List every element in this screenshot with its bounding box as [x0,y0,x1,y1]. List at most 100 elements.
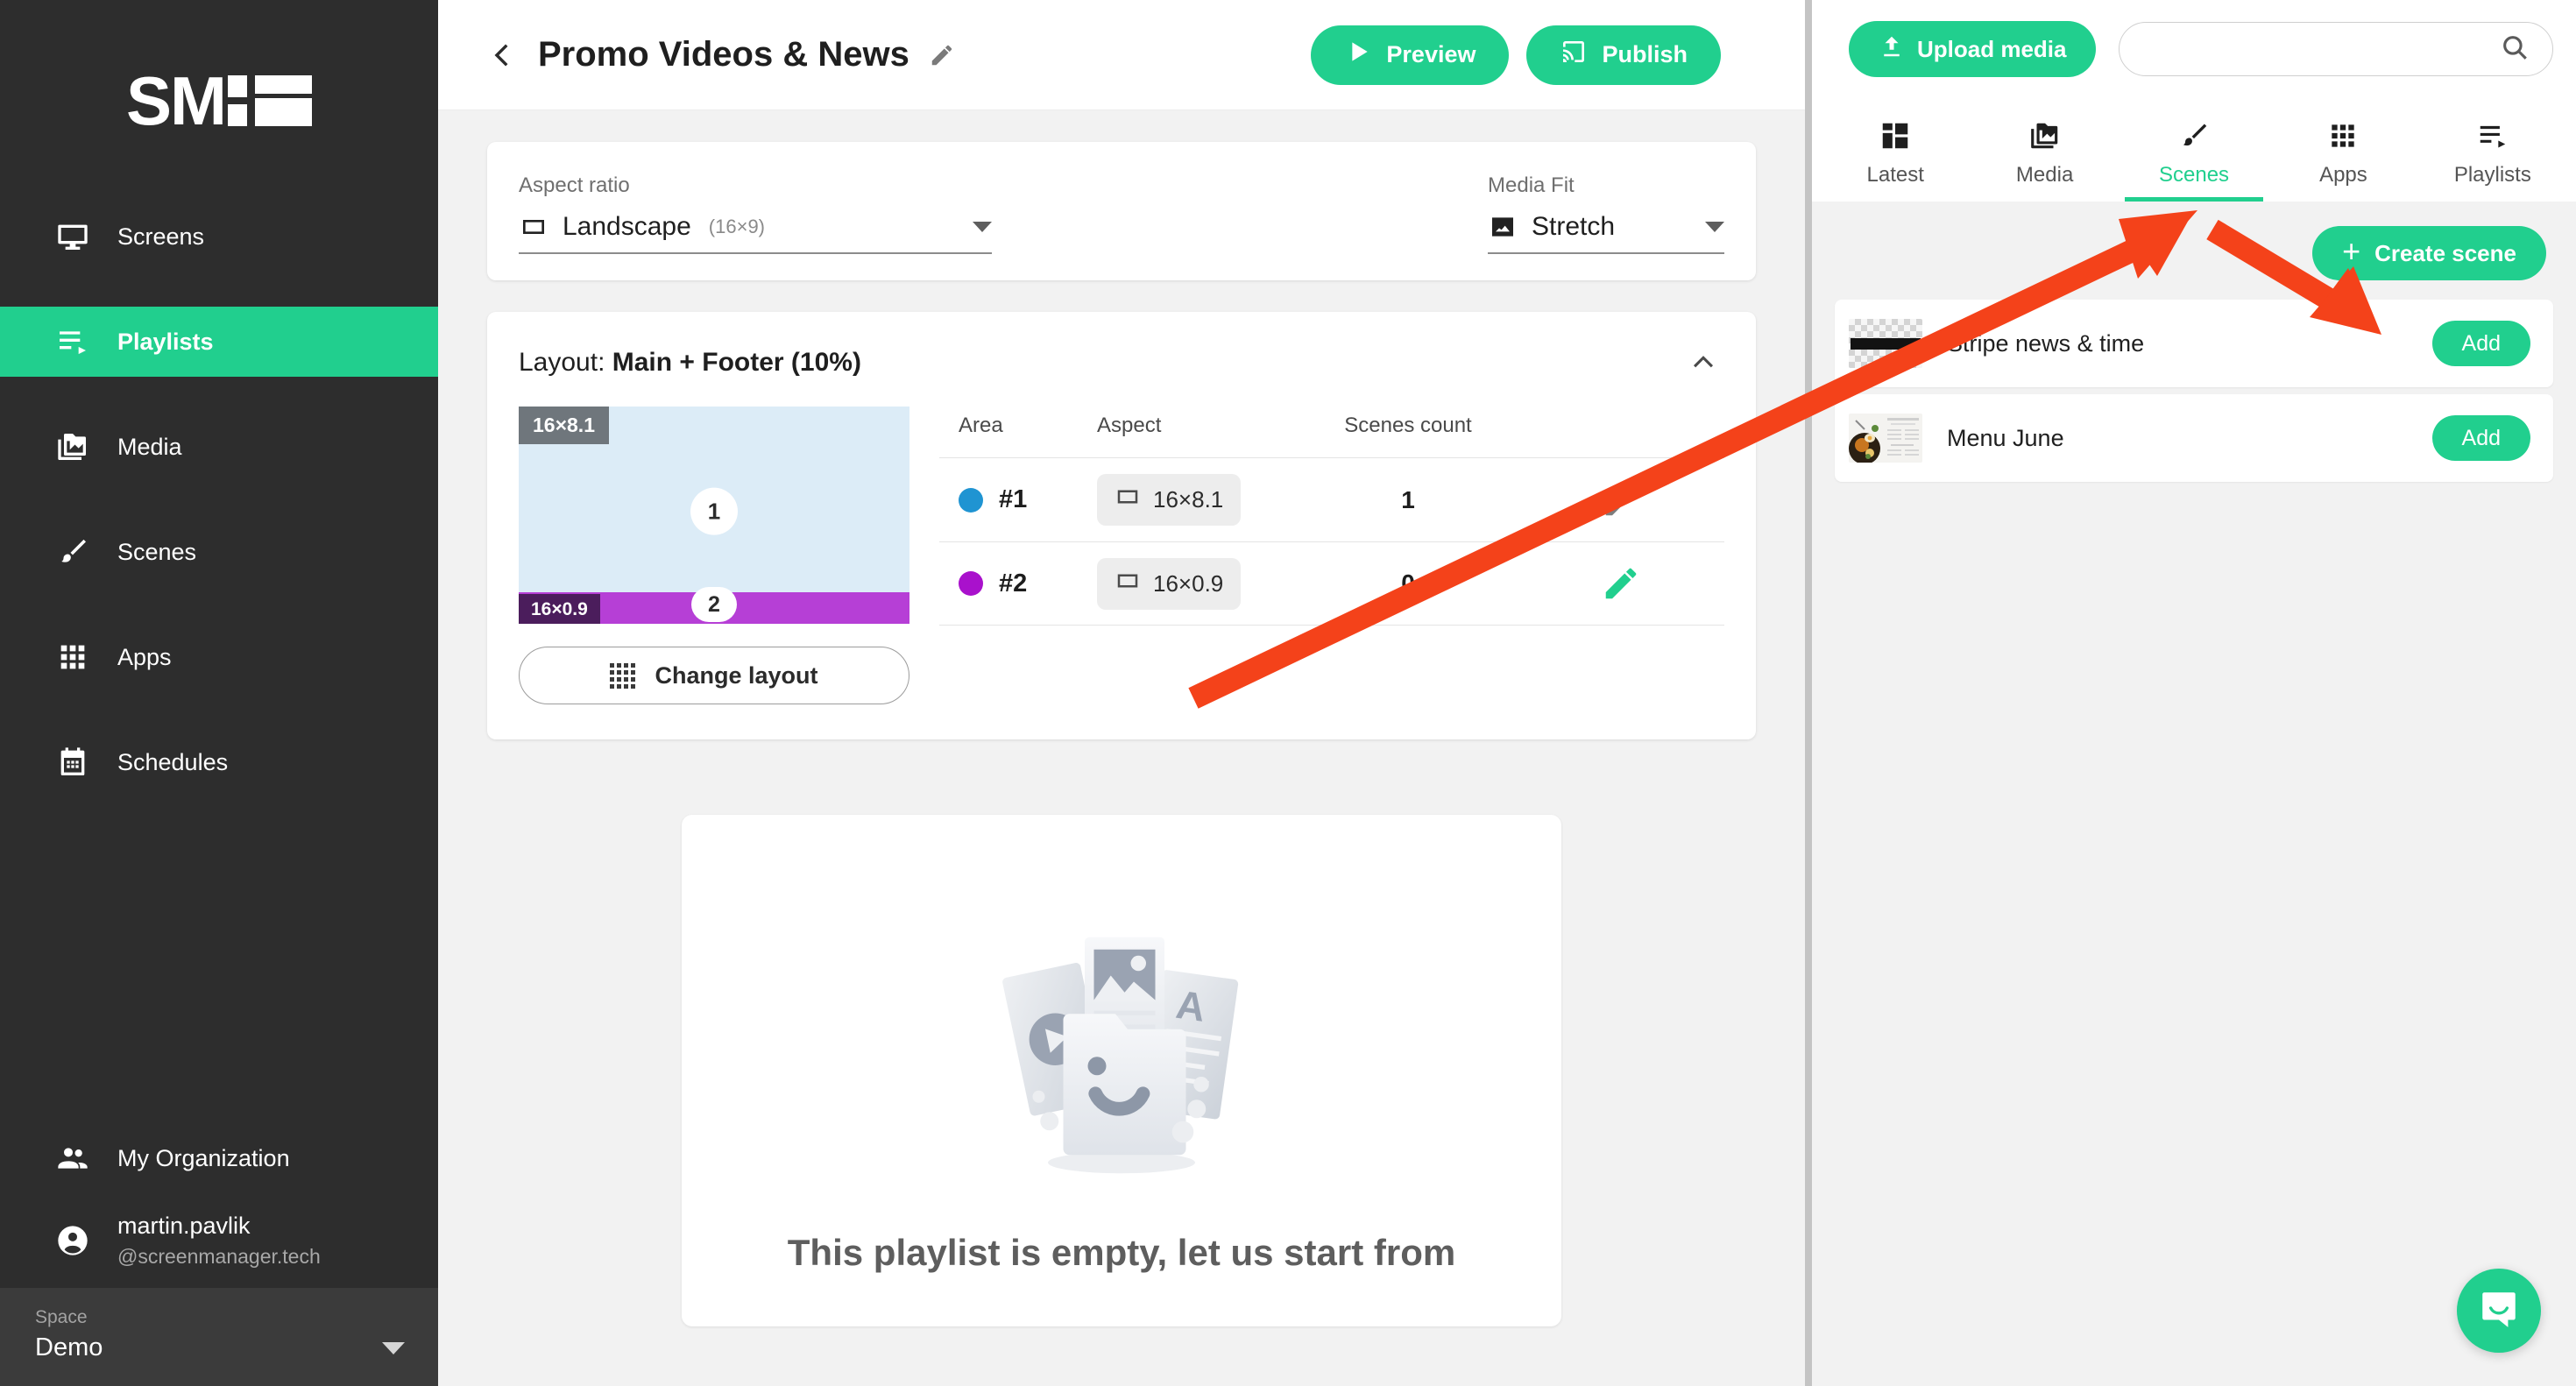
sidebar: SM Screens Playlists Media Scenes Apps S… [0,0,438,1386]
tab-playlists[interactable]: Playlists [2418,107,2567,202]
logo-mark-icon [228,75,312,126]
aspect-chip: 16×8.1 [1097,474,1242,526]
layout-card: Layout: Main + Footer (10%) 16×8.1 1 16×… [487,312,1756,739]
layout-title: Layout: Main + Footer (10%) [519,348,861,378]
chevron-down-icon [973,222,992,232]
empty-state-card: A This playlist is empty, let us start f… [682,815,1561,1326]
layout-preview-area-1: 1 [690,487,738,535]
sidebar-item-playlists[interactable]: Playlists [0,307,438,377]
sidebar-item-scenes[interactable]: Scenes [0,517,438,587]
tab-label: Scenes [2158,163,2230,187]
add-scene-button[interactable]: Add [2431,415,2530,461]
preview-button[interactable]: Preview [1311,25,1510,85]
empty-folder-illustration-icon: A [938,878,1306,1202]
change-layout-button[interactable]: Change layout [519,647,909,704]
scenes-count-value: 0 [1401,569,1415,597]
aspect-ratio-label: Aspect ratio [519,173,630,197]
user-account[interactable]: martin.pavlik @screenmanager.tech [0,1193,438,1288]
avatar [54,1222,91,1259]
search-box[interactable] [2119,22,2553,76]
user-name: martin.pavlik [117,1213,251,1239]
empty-state-message: This playlist is empty, let us start fro… [787,1232,1456,1273]
edit-area-1-icon[interactable] [1601,480,1641,520]
layout-title-value: Main + Footer (10%) [612,348,861,377]
aspect-ratio-select[interactable]: Landscape (16×9) [519,212,992,254]
tab-scenes[interactable]: Scenes [2120,107,2268,202]
publish-label: Publish [1602,41,1688,67]
chat-support-button[interactable] [2457,1269,2541,1353]
playlist-settings-card: Aspect ratio Landscape (16×9) Media Fit [487,142,1756,280]
layout-card-header: Layout: Main + Footer (10%) [519,342,1724,384]
scene-thumbnail [1849,319,1922,368]
media-fit-field: Media Fit Stretch [1488,173,1724,254]
play-icon [1344,38,1372,72]
tab-media[interactable]: Media [1970,107,2119,202]
table-row[interactable]: #1 16×8.1 1 [939,457,1724,541]
sidebar-item-screens[interactable]: Screens [0,202,438,272]
tab-label: Playlists [2453,163,2531,187]
scene-thumbnail [1849,414,1922,463]
dashboard-icon [1879,117,1912,154]
edit-title-icon[interactable] [929,42,955,68]
column-header-aspect: Aspect [1097,414,1162,437]
layout-preview[interactable]: 16×8.1 1 16×0.9 2 [519,407,909,624]
upload-media-label: Upload media [1917,35,2067,62]
media-folder-icon [2028,117,2062,154]
aspect-value: 16×0.9 [1153,569,1224,597]
column-header-area: Area [959,414,1003,437]
media-folder-icon [54,428,91,465]
edit-cell [1518,563,1724,604]
aspect-cell: 16×0.9 [1097,557,1299,610]
add-scene-button[interactable]: Add [2431,321,2530,366]
library-list-area: + Create scene Stripe news & time Add Me… [1812,202,2576,1386]
brush-icon [54,534,91,570]
layout-preview-column: 16×8.1 1 16×0.9 2 Change layout [519,407,909,704]
create-scene-button[interactable]: + Create scene [2312,226,2546,280]
aspect-ratio-value: Landscape [563,212,691,241]
search-icon[interactable] [2500,32,2530,67]
chat-bubble-icon [2477,1287,2521,1335]
search-input[interactable] [2146,35,2500,63]
page-title: Promo Videos & News [538,35,909,74]
table-row[interactable]: #2 16×0.9 0 [939,541,1724,626]
tab-label: Apps [2319,163,2367,187]
content-header: Promo Videos & News Preview Publish [438,0,1805,110]
app-logo[interactable]: SM [0,0,438,202]
space-selector[interactable]: Space Demo [0,1288,438,1386]
sidebar-item-apps[interactable]: Apps [0,622,438,692]
back-button[interactable] [478,31,527,80]
playlist-icon [2476,117,2509,154]
edit-area-2-icon[interactable] [1601,563,1641,604]
list-item[interactable]: Menu June Add [1835,394,2553,482]
layout-preview-area-2: 2 [691,587,737,622]
collapse-layout-button[interactable] [1682,342,1724,384]
sidebar-item-label: Playlists [117,328,214,355]
area-name: #2 [999,569,1028,598]
sidebar-item-my-organization[interactable]: My Organization [0,1123,438,1193]
user-handle: @screenmanager.tech [117,1245,321,1268]
chevron-down-icon [1705,222,1724,232]
aspect-ratio-field: Aspect ratio Landscape (16×9) [519,173,992,254]
sidebar-item-label: Schedules [117,748,229,775]
library-panel: Upload media Latest Media Scenes Apps Pl… [1812,0,2576,1386]
space-value: Demo [35,1333,103,1361]
tab-apps[interactable]: Apps [2268,107,2417,202]
upload-media-button[interactable]: Upload media [1849,21,2097,77]
playlist-icon [54,323,91,360]
create-scene-row: + Create scene [1835,202,2553,300]
stretch-image-icon [1488,212,1518,242]
sidebar-item-media[interactable]: Media [0,412,438,482]
media-fit-select[interactable]: Stretch [1488,212,1724,254]
tab-latest[interactable]: Latest [1821,107,1970,202]
list-item[interactable]: Stripe news & time Add [1835,300,2553,387]
area-cell: #2 [939,569,1097,598]
sidebar-item-label: Media [117,433,182,460]
publish-button[interactable]: Publish [1526,25,1721,85]
aspect-chip: 16×0.9 [1097,557,1242,610]
apps-grid-icon [2326,117,2360,154]
sidebar-item-schedules[interactable]: Schedules [0,727,438,797]
